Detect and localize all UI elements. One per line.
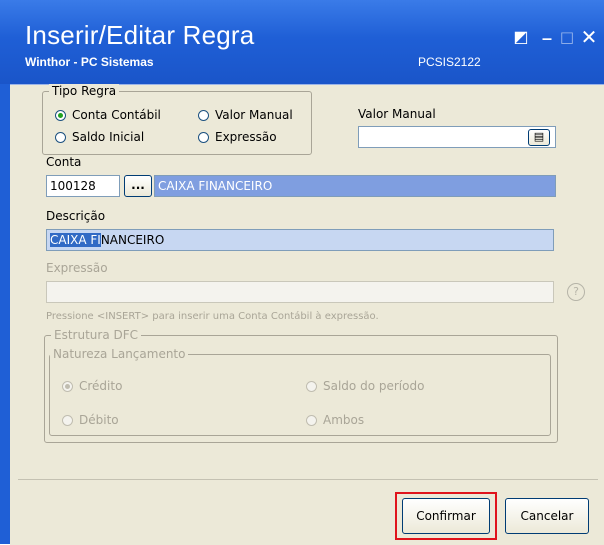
radio-label: Saldo do período: [323, 379, 425, 393]
natureza-group: Natureza Lançamento Crédito Saldo do per…: [49, 347, 551, 436]
descricao-label: Descrição: [46, 209, 106, 223]
radio-ambos: Ambos: [306, 413, 364, 427]
radio-button: [62, 414, 73, 426]
expressao-input: [46, 281, 554, 303]
radio-conta-contabil[interactable]: Conta Contábil: [55, 108, 161, 122]
conta-name-field: CAIXA FINANCEIRO: [154, 175, 556, 197]
help-icon[interactable]: ?: [567, 283, 585, 301]
confirm-button[interactable]: Confirmar: [402, 498, 490, 534]
maximize-icon: □: [559, 28, 575, 46]
radio-label: Conta Contábil: [72, 108, 161, 122]
button-area-divider: [18, 479, 598, 480]
dialog-body: Tipo Regra Conta Contábil Valor Manual S…: [10, 84, 604, 545]
radio-expressao[interactable]: Expressão: [198, 130, 277, 144]
radio-button[interactable]: [198, 109, 209, 121]
radio-label: Expressão: [215, 130, 277, 144]
minimize-icon[interactable]: _: [538, 22, 556, 40]
radio-saldo-inicial[interactable]: Saldo Inicial: [55, 130, 144, 144]
natureza-legend: Natureza Lançamento: [50, 347, 189, 361]
radio-button[interactable]: [198, 131, 209, 143]
radio-valor-manual[interactable]: Valor Manual: [198, 108, 293, 122]
window-title: Inserir/Editar Regra: [25, 20, 255, 50]
conta-label: Conta: [46, 155, 82, 169]
conta-lookup-button[interactable]: ...: [124, 175, 152, 197]
descricao-input[interactable]: CAIXA FINANCEIRO: [46, 229, 554, 251]
expressao-label: Expressão: [46, 261, 108, 275]
estrutura-dfc-group: Estrutura DFC Natureza Lançamento Crédit…: [44, 328, 558, 443]
estrutura-dfc-legend: Estrutura DFC: [51, 328, 142, 342]
cancel-button[interactable]: Cancelar: [505, 498, 589, 534]
radio-button[interactable]: [55, 131, 66, 143]
radio-label: Ambos: [323, 413, 365, 427]
radio-debito: Débito: [62, 413, 119, 427]
window-frame: [0, 84, 10, 544]
radio-saldo-periodo: Saldo do período: [306, 379, 424, 393]
dialog-window: Inserir/Editar Regra Winthor - PC Sistem…: [0, 0, 604, 545]
title-bar[interactable]: Inserir/Editar Regra Winthor - PC Sistem…: [0, 0, 604, 84]
radio-credito: Crédito: [62, 379, 122, 393]
expressao-hint: Pressione <INSERT> para inserir uma Cont…: [46, 311, 379, 322]
radio-button: [306, 414, 317, 426]
valor-manual-input[interactable]: [358, 126, 556, 148]
radio-label: Débito: [79, 413, 119, 427]
radio-button[interactable]: [55, 109, 66, 121]
restore-icon[interactable]: ◩: [512, 28, 530, 46]
radio-button: [306, 380, 317, 392]
calculator-icon[interactable]: ▤: [528, 129, 550, 146]
tipo-regra-legend: Tipo Regra: [49, 84, 120, 98]
routine-code: PCSIS2122: [418, 55, 481, 69]
tipo-regra-group: Tipo Regra Conta Contábil Valor Manual S…: [42, 84, 312, 155]
radio-label: Saldo Inicial: [72, 130, 145, 144]
radio-button: [62, 380, 73, 392]
valor-manual-label: Valor Manual: [358, 107, 436, 121]
radio-label: Valor Manual: [215, 108, 293, 122]
radio-label: Crédito: [79, 379, 123, 393]
descricao-rest-text: NANCEIRO: [100, 233, 165, 247]
conta-code-input[interactable]: 100128: [46, 175, 120, 197]
descricao-selected-text: CAIXA FI: [50, 233, 101, 247]
close-icon[interactable]: ✕: [580, 27, 598, 47]
window-subtitle: Winthor - PC Sistemas: [25, 55, 154, 69]
